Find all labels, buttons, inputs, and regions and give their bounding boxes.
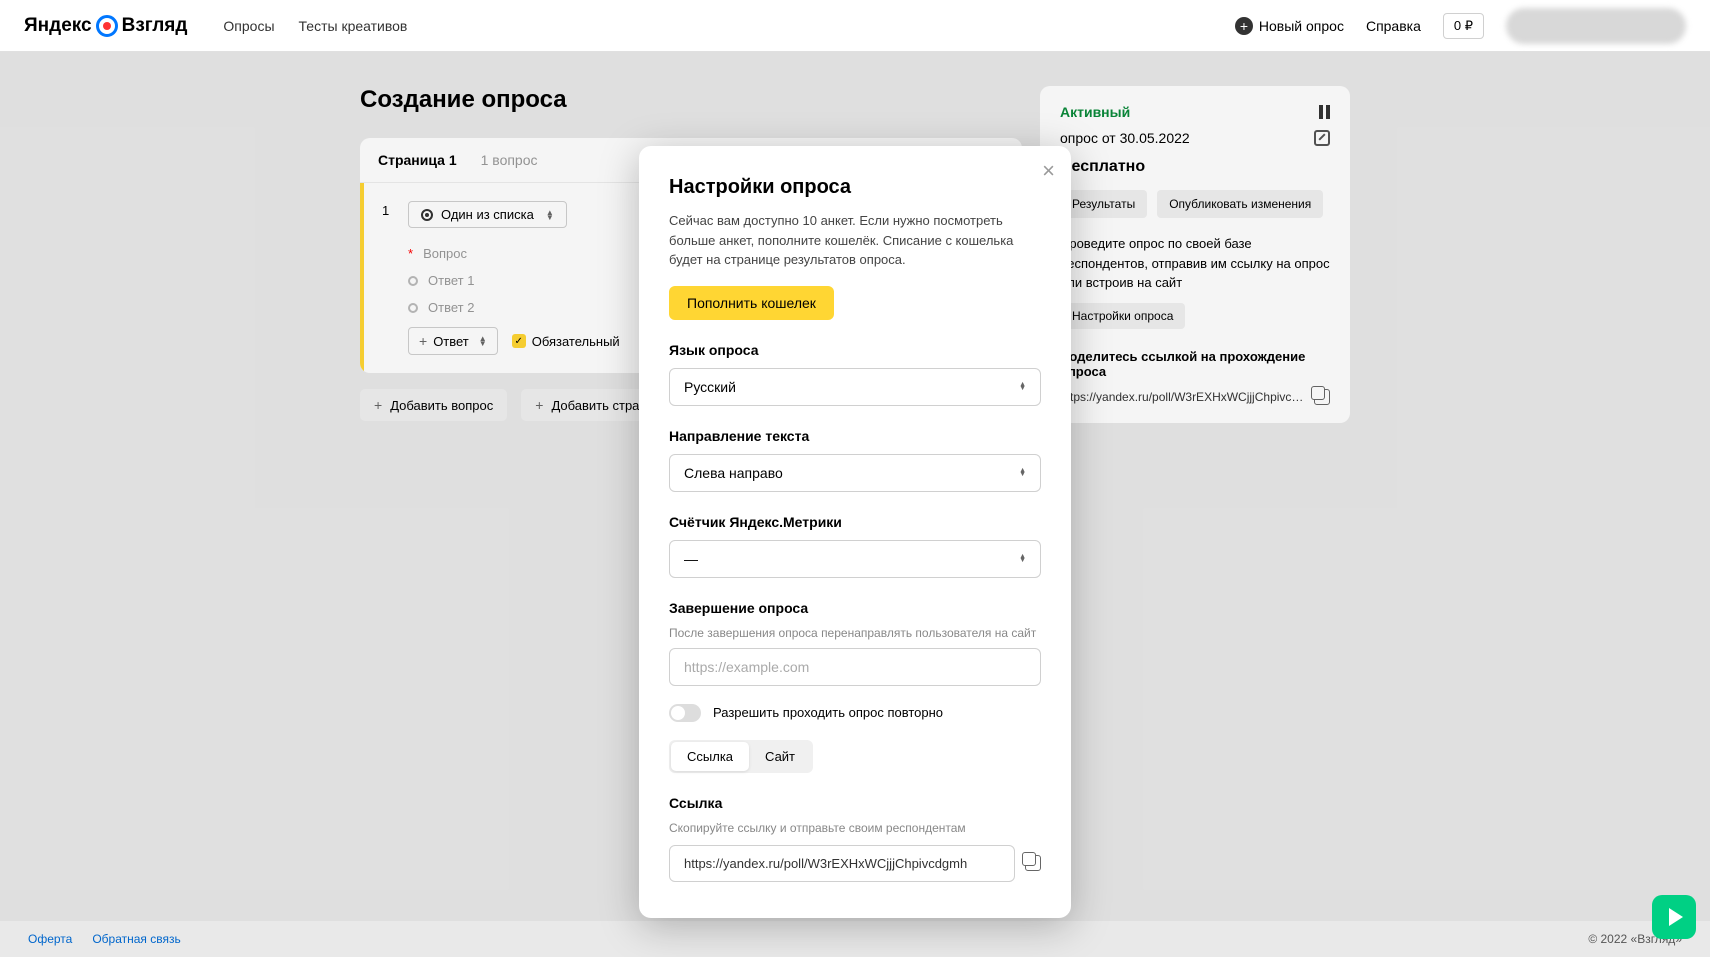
new-survey-button[interactable]: + Новый опрос	[1235, 17, 1344, 35]
app-header: Яндекс Взгляд Опросы Тесты креативов + Н…	[0, 0, 1710, 52]
nav-links: Опросы Тесты креативов	[223, 18, 407, 34]
logo[interactable]: Яндекс Взгляд	[24, 15, 187, 37]
seg-site[interactable]: Сайт	[749, 742, 811, 771]
topup-wallet-button[interactable]: Пополнить кошелек	[669, 286, 834, 320]
help-link[interactable]: Справка	[1366, 18, 1421, 34]
plus-circle-icon: +	[1235, 17, 1253, 35]
header-right: + Новый опрос Справка 0 ₽	[1235, 8, 1686, 44]
footer: Оферта Обратная связь © 2022 «Взгляд»	[0, 921, 1710, 957]
modal-description: Сейчас вам доступно 10 анкет. Если нужно…	[669, 211, 1041, 270]
chevron-updown-icon: ▲▼	[1019, 383, 1026, 391]
logo-eye-icon	[96, 15, 118, 37]
nav-creatives[interactable]: Тесты креативов	[299, 18, 408, 34]
chevron-updown-icon: ▲▼	[1019, 555, 1026, 563]
balance[interactable]: 0 ₽	[1443, 13, 1484, 39]
completion-sublabel: После завершения опроса перенаправлять п…	[669, 626, 1041, 640]
new-survey-label: Новый опрос	[1259, 18, 1344, 34]
survey-settings-modal: × Настройки опроса Сейчас вам доступно 1…	[639, 146, 1071, 918]
repeat-toggle-row: Разрешить проходить опрос повторно	[669, 704, 1041, 722]
direction-label: Направление текста	[669, 428, 1041, 444]
direction-value: Слева направо	[684, 465, 783, 481]
metrica-field: Счётчик Яндекс.Метрики — ▲▼	[669, 514, 1041, 578]
brand-vzglyad: Взгляд	[122, 15, 188, 37]
chevron-updown-icon: ▲▼	[1019, 469, 1026, 477]
completion-field: Завершение опроса После завершения опрос…	[669, 600, 1041, 686]
language-field: Язык опроса Русский ▲▼	[669, 342, 1041, 406]
oferta-link[interactable]: Оферта	[28, 932, 72, 946]
copy-icon[interactable]	[1025, 855, 1041, 871]
main-area: Создание опроса Страница 1 1 вопрос 1 Од…	[0, 52, 1710, 921]
modal-title: Настройки опроса	[669, 176, 1041, 199]
seg-link[interactable]: Ссылка	[671, 742, 749, 771]
direction-field: Направление текста Слева направо ▲▼	[669, 428, 1041, 492]
play-icon	[1669, 908, 1683, 926]
language-label: Язык опроса	[669, 342, 1041, 358]
nav-surveys[interactable]: Опросы	[223, 18, 274, 34]
repeat-toggle[interactable]	[669, 704, 701, 722]
metrica-select[interactable]: — ▲▼	[669, 540, 1041, 578]
modal-close-button[interactable]: ×	[1042, 160, 1055, 182]
completion-url-input[interactable]	[669, 648, 1041, 686]
embed-segmented-control: Ссылка Сайт	[669, 740, 813, 773]
language-select[interactable]: Русский ▲▼	[669, 368, 1041, 406]
completion-label: Завершение опроса	[669, 600, 1041, 616]
metrica-label: Счётчик Яндекс.Метрики	[669, 514, 1041, 530]
share-link-field[interactable]: https://yandex.ru/poll/W3rEXHxWCjjjChpiv…	[669, 845, 1015, 882]
user-avatar-blurred[interactable]	[1506, 8, 1686, 44]
link-label: Ссылка	[669, 795, 1041, 811]
modal-backdrop[interactable]: × Настройки опроса Сейчас вам доступно 1…	[0, 52, 1710, 921]
link-sublabel: Скопируйте ссылку и отправьте своим респ…	[669, 821, 1041, 835]
metrica-value: —	[684, 551, 698, 567]
language-value: Русский	[684, 379, 736, 395]
direction-select[interactable]: Слева направо ▲▼	[669, 454, 1041, 492]
brand-yandex: Яндекс	[24, 15, 92, 37]
repeat-toggle-label: Разрешить проходить опрос повторно	[713, 705, 943, 720]
feedback-link[interactable]: Обратная связь	[92, 932, 180, 946]
chat-button[interactable]	[1652, 895, 1696, 939]
link-field-group: Ссылка Скопируйте ссылку и отправьте сво…	[669, 795, 1041, 882]
